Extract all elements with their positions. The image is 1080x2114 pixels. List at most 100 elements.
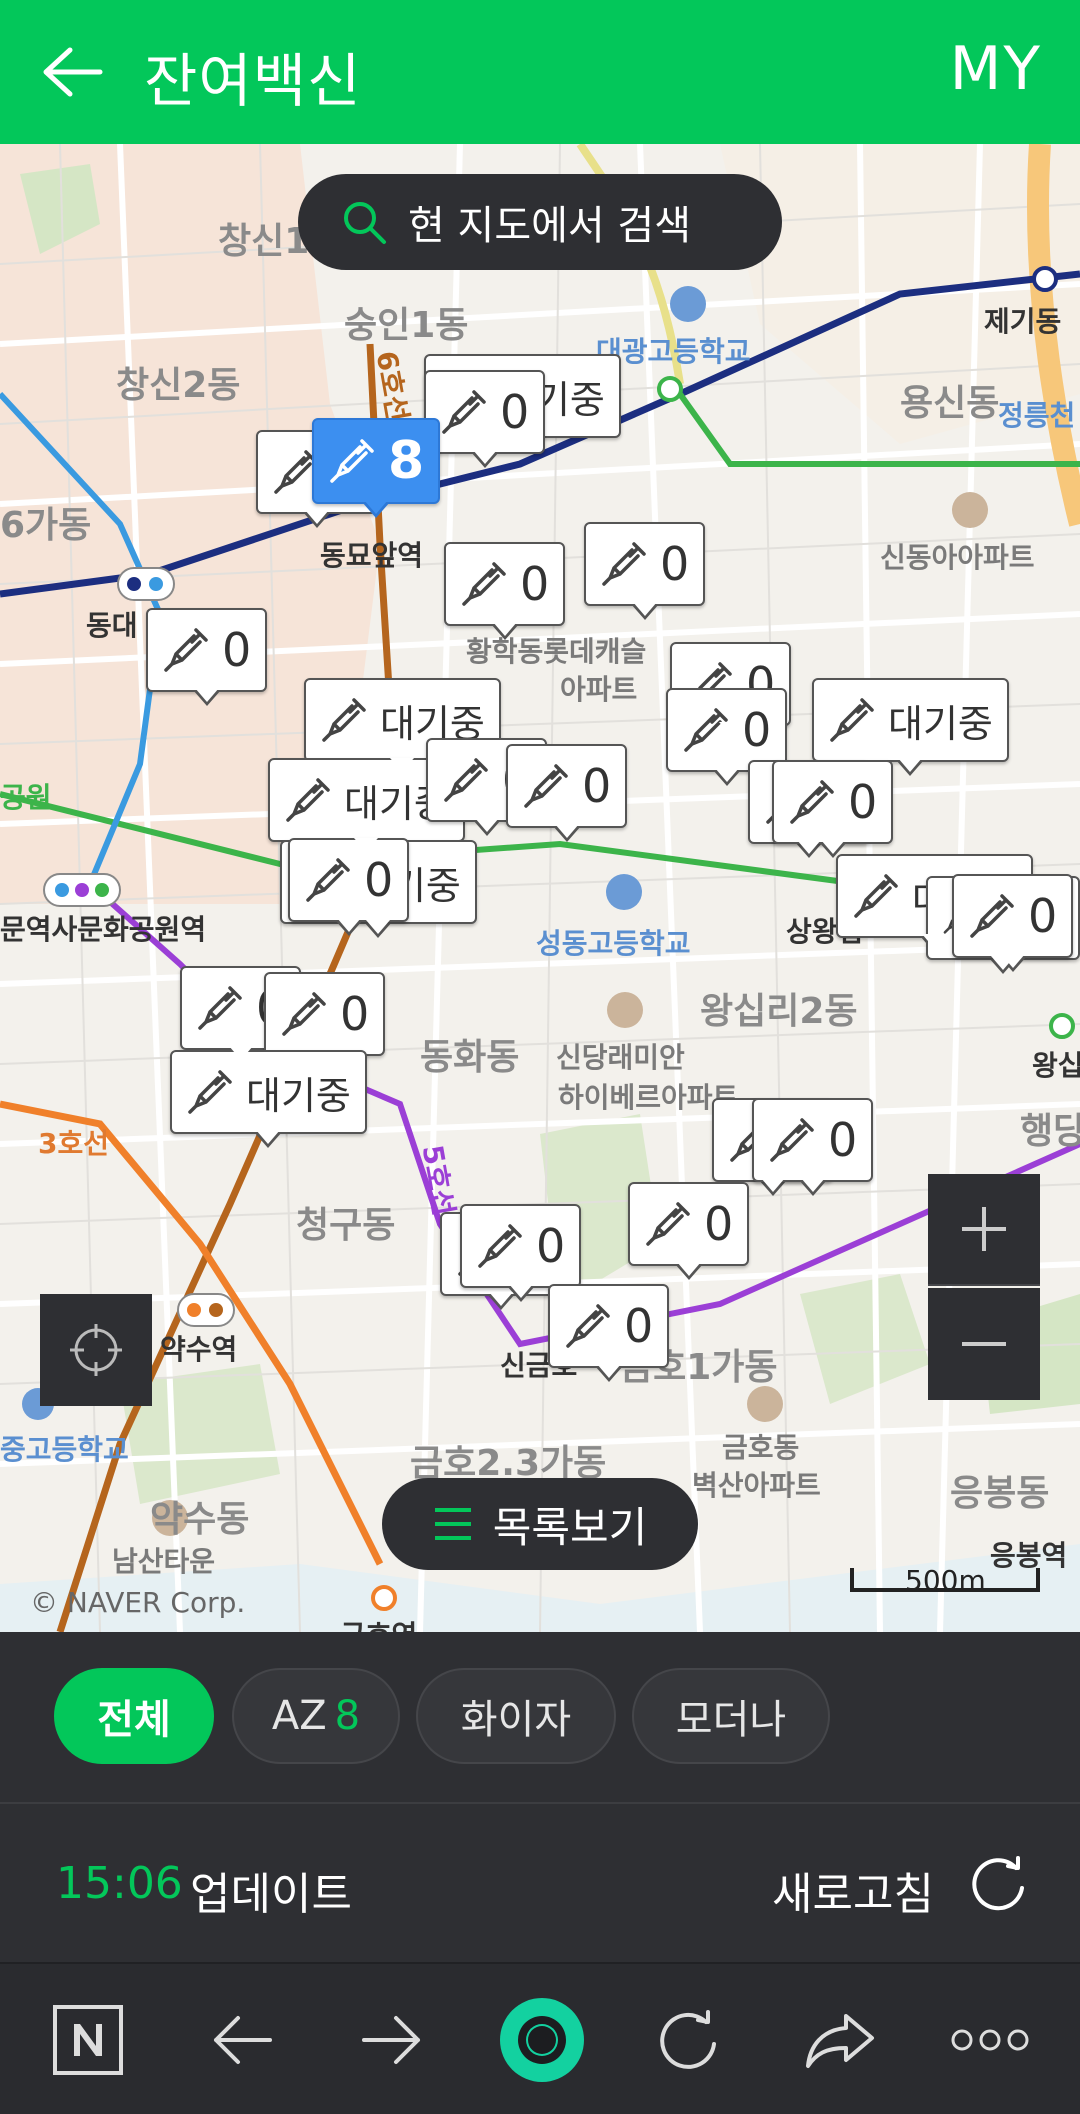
place-label: 중고등학교 [0,1433,129,1466]
map-view[interactable]: 창신1 숭인1동 창신2동 6가동 동대 동묘앞역 대광고등학교 용신동 제기동… [0,144,1080,1632]
syringe-icon [306,858,350,902]
vaccine-marker[interactable]: 0 [752,1098,874,1196]
marker-count: 대기중 [888,701,993,746]
vaccine-marker[interactable]: 0 [264,972,386,1070]
update-bar: 15:06 업데이트 새로고침 [0,1804,1080,1962]
marker-count: 대기중 [246,1073,351,1118]
place-label: 행당 [1020,1111,1080,1152]
filter-pfizer-chip[interactable]: 화이자 [416,1668,616,1764]
selected-vaccine-marker[interactable]: 8 [312,418,441,518]
syringe-icon [164,628,208,672]
browser-forward-button[interactable] [350,1998,434,2082]
list-view-button[interactable]: 목록보기 [382,1478,698,1570]
syringe-icon [478,1224,522,1268]
syringe-icon [188,1070,232,1114]
back-button[interactable] [36,36,108,108]
syringe-icon [282,992,326,1036]
place-label: 동대 [86,609,138,642]
marker-count: 0 [222,623,252,677]
vaccine-marker[interactable]: 0 [506,744,628,842]
syringe-icon [646,1202,690,1246]
filter-az-count: 8 [334,1693,361,1739]
marker-count: 0 [660,537,690,591]
syringe-icon [770,1118,814,1162]
search-icon [344,202,386,244]
marker-count: 8 [388,431,425,491]
naver-home-button[interactable] [46,1998,130,2082]
vaccine-marker[interactable]: 0 [548,1284,670,1382]
vaccine-marker[interactable]: 0 [584,522,706,620]
browser-back-button[interactable] [200,1998,284,2082]
filter-az-label: AZ [271,1693,327,1739]
reload-icon [660,2010,716,2069]
share-icon [806,2014,874,2068]
vaccine-marker[interactable]: 0 [444,542,566,640]
more-menu-button[interactable] [948,1998,1032,2082]
syringe-icon [854,874,898,918]
marker-count: 0 [828,1113,858,1167]
share-button[interactable] [798,1998,882,2082]
station-label: 약수역 [160,1333,238,1366]
refresh-icon[interactable] [968,1854,1030,1916]
marker-count: 0 [704,1197,734,1251]
refresh-button[interactable]: 새로고침 [772,1858,934,1922]
green-dot-button[interactable] [496,1994,588,2086]
syringe-icon [602,542,646,586]
place-label: 약수동 [150,1499,250,1540]
update-label: 업데이트 [190,1869,352,1920]
zoom-in-button[interactable] [928,1174,1040,1286]
map-copyright: © NAVER Corp. [30,1586,246,1619]
vaccine-marker[interactable]: 0 [772,760,894,858]
place-label: 청구동 [296,1205,396,1246]
marker-count: 0 [848,775,878,829]
syringe-icon [830,698,874,742]
map-search-button[interactable]: 현 지도에서 검색 [298,174,782,270]
place-label: 용신동 [900,383,1000,424]
filter-az-chip[interactable]: AZ 8 [232,1668,400,1764]
station-label: 동묘앞역 [320,539,424,572]
place-label: 공원 [0,781,52,814]
waiting-vaccine-marker[interactable]: 대기중 [170,1050,367,1148]
syringe-icon [462,562,506,606]
syringe-icon [524,764,568,808]
syringe-icon [198,986,242,1030]
place-label: 창신1 [218,221,310,262]
naver-logo-icon [53,2005,123,2075]
place-label: 숭인1동 [344,305,469,346]
browser-reload-button[interactable] [646,1998,730,2082]
my-location-button[interactable] [40,1294,152,1406]
vaccine-marker[interactable]: 0 [146,608,268,706]
syringe-icon [286,778,330,822]
syringe-icon [566,1304,610,1348]
vaccine-filter-bar: 전체 AZ 8 화이자 모더나 [0,1632,1080,1804]
list-view-label: 목록보기 [492,1502,648,1552]
more-icon [951,2029,1029,2051]
app-header: 잔여백신 MY [0,0,1080,144]
syringe-icon [970,894,1014,938]
place-label: 창신2동 [116,365,241,406]
update-time: 15:06 [56,1858,183,1909]
marker-count: 0 [582,759,612,813]
place-label: 6가동 [0,505,92,546]
marker-count: 0 [742,703,772,757]
place-label: 금호동 [722,1431,800,1464]
place-label: 왕십리2동 [700,991,858,1032]
my-button[interactable]: MY [950,34,1042,104]
marker-count: 0 [1028,889,1058,943]
vaccine-marker[interactable]: 0 [288,838,410,936]
marker-count: 0 [340,987,370,1041]
vaccine-marker[interactable]: 0 [460,1204,582,1302]
vaccine-marker[interactable]: 0 [628,1182,750,1280]
place-label: 성동고등학교 [536,927,691,960]
place-label: 아파트 [560,673,638,706]
vaccine-marker[interactable]: 0 [952,874,1074,972]
syringe-icon [790,780,834,824]
station-label: 문역사문화공원역 [0,913,207,946]
filter-moderna-chip[interactable]: 모더나 [632,1668,830,1764]
filter-all-chip[interactable]: 전체 [54,1668,214,1764]
green-dot-icon [500,1998,584,2082]
page-title: 잔여백신 [144,47,362,115]
zoom-out-button[interactable] [928,1288,1040,1400]
waiting-vaccine-marker[interactable]: 대기중 [812,678,1009,776]
marker-count: 0 [500,385,530,439]
